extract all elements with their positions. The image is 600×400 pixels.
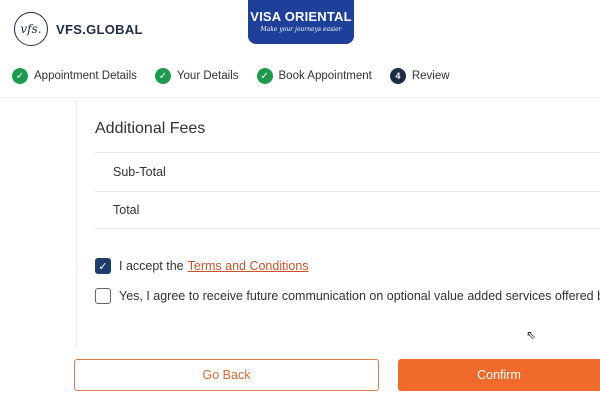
check-icon: ✓ (12, 68, 28, 84)
confirm-button[interactable]: Confirm (398, 359, 600, 391)
check-icon: ✓ (154, 68, 171, 84)
step-appointment-details: ✓ Appointment Details (12, 68, 137, 84)
step-label: Review (411, 70, 450, 82)
step-label: Your Details (176, 70, 239, 82)
review-card: Additional Fees Sub-Total Total ✓ I acce… (76, 100, 600, 348)
marketing-checkbox[interactable] (95, 288, 111, 304)
vfs-logo-mark: vfs. (14, 12, 48, 46)
go-back-button[interactable]: Go Back (74, 359, 379, 391)
partner-tagline: Make your journeys easier (260, 26, 342, 33)
steps-divider (0, 97, 600, 98)
partner-logo: VISA ORIENTAL Make your journeys easier (248, 0, 354, 44)
fee-label: Total (113, 203, 140, 217)
terms-checkbox[interactable]: ✓ (95, 258, 111, 274)
vfs-logo[interactable]: vfs. VFS.GLOBAL (14, 12, 143, 46)
step-book-appointment: ✓ Book Appointment (256, 68, 372, 84)
step-label: Book Appointment (278, 70, 372, 82)
check-icon: ✓ (256, 68, 273, 84)
step-your-details: ✓ Your Details (154, 68, 239, 84)
marketing-consent-row: Yes, I agree to receive future communica… (95, 288, 600, 304)
terms-consent-row: ✓ I accept the Terms and Conditions (95, 258, 309, 274)
fee-row-total: Total (95, 191, 600, 229)
partner-name: VISA ORIENTAL (250, 9, 352, 24)
terms-prefix-text: I accept the (119, 259, 184, 273)
additional-fees-title: Additional Fees (95, 120, 206, 137)
progress-steps: ✓ Appointment Details ✓ Your Details ✓ B… (12, 68, 468, 84)
step-label: Appointment Details (34, 70, 137, 82)
step-review: 4 Review (389, 68, 450, 84)
site-header: vfs. VFS.GLOBAL VISA ORIENTAL Make your … (0, 0, 600, 58)
fee-row-subtotal: Sub-Total (95, 152, 600, 190)
marketing-consent-text: Yes, I agree to receive future communica… (119, 289, 600, 303)
step-number-badge: 4 (389, 68, 406, 84)
vfs-logo-text: VFS.GLOBAL (56, 21, 143, 37)
terms-and-conditions-link[interactable]: Terms and Conditions (188, 259, 309, 273)
fee-label: Sub-Total (113, 164, 166, 179)
mouse-cursor-icon: ⇖ (526, 328, 537, 342)
